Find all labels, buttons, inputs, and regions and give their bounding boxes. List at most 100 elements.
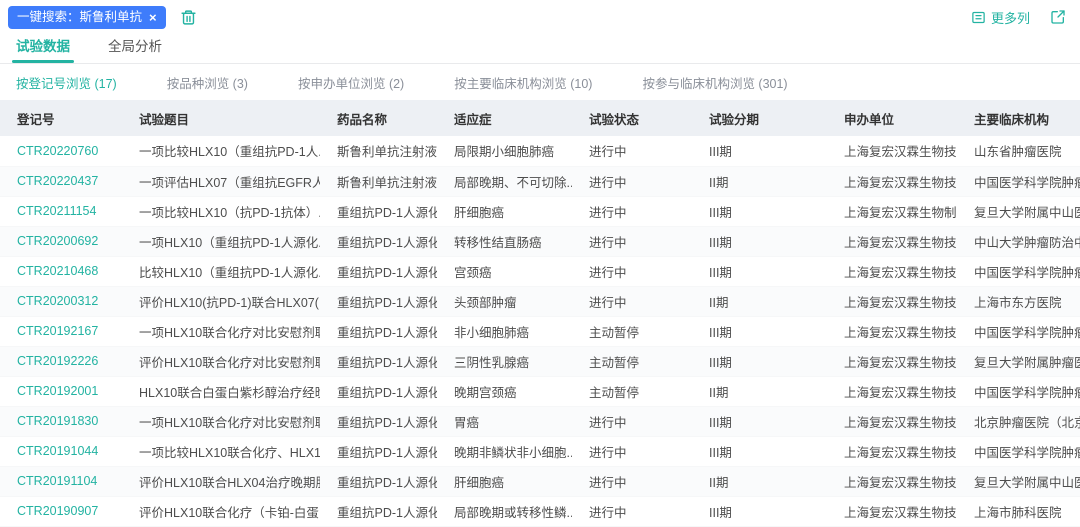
browse-filter-bar: 按登记号浏览 (17) 按品种浏览 (3) 按申办单位浏览 (2) 按主要临床机… [0,64,1080,100]
cell-trial-title: 一项比较HLX10（抗PD-1抗体）... [122,196,320,226]
registry-link[interactable]: CTR20200692 [0,226,122,256]
cell-trial-status: 进行中 [572,256,692,286]
registry-link[interactable]: CTR20192167 [0,316,122,346]
table-row: CTR20210468比较HLX10（重组抗PD-1人源化...重组抗PD-1人… [0,256,1080,286]
cell-trial-status: 进行中 [572,286,692,316]
clear-filters-button[interactable] [180,9,197,26]
cell-trial-status: 进行中 [572,226,692,256]
registry-link[interactable]: CTR20191044 [0,436,122,466]
export-button[interactable] [1050,9,1066,25]
registry-link[interactable]: CTR20192001 [0,376,122,406]
external-link-icon [1050,9,1066,25]
cell-sponsor: 上海复宏汉霖生物技... [827,316,957,346]
cell-drug-name: 重组抗PD-1人源化单... [320,466,437,496]
cell-sponsor: 上海复宏汉霖生物技... [827,406,957,436]
table-row: CTR20220437一项评估HLX07（重组抗EGFR人...斯鲁利单抗注射液… [0,166,1080,196]
cell-indication: 晚期宫颈癌 [437,376,572,406]
cell-trial-phase: III期 [692,226,827,256]
cell-sponsor: 上海复宏汉霖生物技... [827,496,957,526]
cell-trial-title: 评价HLX10(抗PD-1)联合HLX07(... [122,286,320,316]
cell-indication: 晚期非鳞状非小细胞... [437,436,572,466]
cell-main-institution: 中国医学科学院肿瘤... [957,316,1080,346]
registry-link[interactable]: CTR20220437 [0,166,122,196]
cell-sponsor: 上海复宏汉霖生物技... [827,226,957,256]
filter-by-participating-institution[interactable]: 按参与临床机构浏览 (301) [642,73,787,92]
table-row: CTR20192167一项HLX10联合化疗对比安慰剂联...重组抗PD-1人源… [0,316,1080,346]
cell-trial-phase: III期 [692,256,827,286]
cell-trial-title: HLX10联合白蛋白紫杉醇治疗经晚... [122,376,320,406]
col-header-drug-name: 药品名称 [320,100,437,136]
trials-table: 登记号 试验题目 药品名称 适应症 试验状态 试验分期 申办单位 主要临床机构 … [0,100,1080,527]
cell-drug-name: 重组抗PD-1人源化单... [320,256,437,286]
cell-main-institution: 复旦大学附属中山医院 [957,466,1080,496]
cell-drug-name: 重组抗PD-1人源化单... [320,346,437,376]
tab-bar: 试验数据 全局分析 [0,34,1080,64]
top-toolbar: 一键搜索：斯鲁利单抗 × 更多列 [0,0,1080,34]
cell-indication: 三阴性乳腺癌 [437,346,572,376]
cell-drug-name: 重组抗PD-1人源化单... [320,436,437,466]
table-row: CTR20191830一项HLX10联合化疗对比安慰剂联...重组抗PD-1人源… [0,406,1080,436]
table-row: CTR20190907评价HLX10联合化疗（卡铂-白蛋...重组抗PD-1人源… [0,496,1080,526]
cell-trial-status: 进行中 [572,136,692,166]
cell-sponsor: 上海复宏汉霖生物技... [827,436,957,466]
cell-trial-phase: III期 [692,406,827,436]
cell-drug-name: 重组抗PD-1人源化单... [320,376,437,406]
cell-main-institution: 中国医学科学院肿瘤... [957,256,1080,286]
table-row: CTR20191044一项比较HLX10联合化疗、HLX10...重组抗PD-1… [0,436,1080,466]
filter-by-variety[interactable]: 按品种浏览 (3) [167,73,248,92]
cell-sponsor: 上海复宏汉霖生物制... [827,196,957,226]
table-row: CTR20200312评价HLX10(抗PD-1)联合HLX07(...重组抗P… [0,286,1080,316]
filter-by-registry-no[interactable]: 按登记号浏览 (17) [16,73,117,92]
registry-link[interactable]: CTR20200312 [0,286,122,316]
cell-main-institution: 中国医学科学院肿瘤... [957,376,1080,406]
tab-trial-data[interactable]: 试验数据 [16,35,70,63]
registry-link[interactable]: CTR20211154 [0,196,122,226]
cell-trial-status: 主动暂停 [572,376,692,406]
cell-trial-status: 进行中 [572,406,692,436]
cell-main-institution: 上海市肺科医院 [957,496,1080,526]
registry-link[interactable]: CTR20220760 [0,136,122,166]
registry-link[interactable]: CTR20210468 [0,256,122,286]
cell-indication: 头颈部肿瘤 [437,286,572,316]
cell-trial-title: 一项HLX10联合化疗对比安慰剂联... [122,406,320,436]
close-icon[interactable]: × [149,11,157,24]
cell-trial-phase: III期 [692,436,827,466]
cell-drug-name: 重组抗PD-1人源化单... [320,226,437,256]
cell-indication: 局部晚期或转移性鳞... [437,496,572,526]
col-header-main-institution: 主要临床机构 [957,100,1080,136]
cell-trial-status: 进行中 [572,166,692,196]
col-header-trial-title: 试验题目 [122,100,320,136]
cell-trial-status: 进行中 [572,496,692,526]
cell-main-institution: 上海市东方医院 [957,286,1080,316]
table-row: CTR20192226评价HLX10联合化疗对比安慰剂联...重组抗PD-1人源… [0,346,1080,376]
registry-link[interactable]: CTR20191830 [0,406,122,436]
cell-trial-status: 进行中 [572,196,692,226]
cell-indication: 非小细胞肺癌 [437,316,572,346]
cell-trial-phase: II期 [692,376,827,406]
cell-drug-name: 斯鲁利单抗注射液 [320,166,437,196]
cell-sponsor: 上海复宏汉霖生物技... [827,286,957,316]
registry-link[interactable]: CTR20192226 [0,346,122,376]
cell-drug-name: 斯鲁利单抗注射液 [320,136,437,166]
filter-by-main-institution[interactable]: 按主要临床机构浏览 (10) [454,73,592,92]
cell-trial-title: 评价HLX10联合化疗（卡铂-白蛋... [122,496,320,526]
cell-trial-title: 评价HLX10联合化疗对比安慰剂联... [122,346,320,376]
cell-trial-phase: II期 [692,466,827,496]
cell-trial-status: 进行中 [572,436,692,466]
cell-trial-status: 主动暂停 [572,316,692,346]
filter-by-sponsor[interactable]: 按申办单位浏览 (2) [298,73,404,92]
cell-trial-phase: II期 [692,166,827,196]
cell-trial-phase: III期 [692,496,827,526]
cell-main-institution: 中山大学肿瘤防治中心 [957,226,1080,256]
cell-main-institution: 复旦大学附属肿瘤医院 [957,346,1080,376]
tab-global-analysis[interactable]: 全局分析 [108,35,162,63]
cell-sponsor: 上海复宏汉霖生物技... [827,166,957,196]
table-body: CTR20220760一项比较HLX10（重组抗PD-1人...斯鲁利单抗注射液… [0,136,1080,526]
quick-search-tag[interactable]: 一键搜索：斯鲁利单抗 × [8,6,166,29]
registry-link[interactable]: CTR20190907 [0,496,122,526]
cell-trial-phase: II期 [692,286,827,316]
more-columns-button[interactable]: 更多列 [971,8,1030,27]
registry-link[interactable]: CTR20191104 [0,466,122,496]
cell-drug-name: 重组抗PD-1人源化单... [320,406,437,436]
cell-main-institution: 北京肿瘤医院（北京... [957,406,1080,436]
